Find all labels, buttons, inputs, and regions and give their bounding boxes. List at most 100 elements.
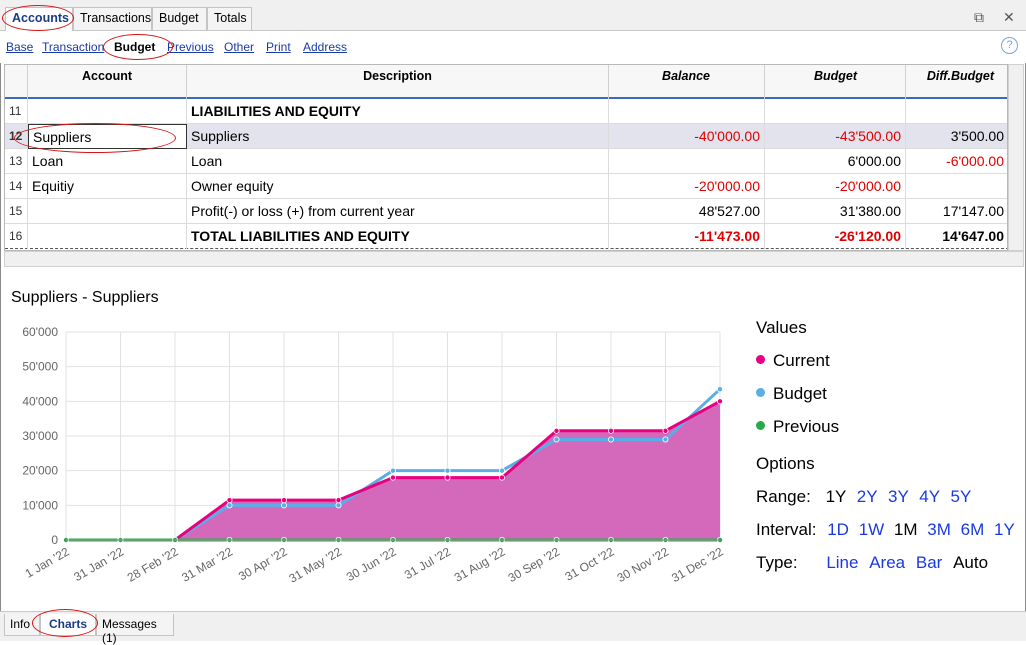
restore-icon[interactable]: ⧉	[974, 9, 984, 26]
cell-balance[interactable]	[609, 99, 765, 124]
cell-budget[interactable]: -43'500.00	[765, 124, 906, 149]
bottom-tab-bar: Info Charts Messages (1)	[0, 611, 1026, 645]
range-option-2y[interactable]: 2Y	[857, 487, 878, 506]
type-option-area[interactable]: Area	[869, 553, 905, 572]
cell-balance[interactable]: -11'473.00	[609, 224, 765, 249]
highlight-ellipse-suppliers	[14, 123, 176, 153]
view-other[interactable]: Other	[224, 40, 254, 54]
tab-budget[interactable]: Budget	[152, 7, 207, 30]
point-budget	[444, 467, 451, 474]
cell-budget[interactable]	[765, 99, 906, 124]
interval-option-3m[interactable]: 3M	[927, 520, 951, 539]
cell-description[interactable]: Profit(-) or loss (+) from current year	[187, 199, 609, 224]
header-diff-budget[interactable]: Diff.Budget	[906, 65, 1007, 99]
interval-option-1m[interactable]: 1M	[894, 520, 918, 539]
legend-label: Budget	[773, 384, 827, 403]
cell-balance[interactable]: 48'527.00	[609, 199, 765, 224]
x-tick-label: 31 Dec '22	[669, 544, 726, 585]
tab-transactions[interactable]: Transactions	[73, 7, 152, 30]
cell-balance[interactable]	[609, 149, 765, 174]
current-dot-icon	[756, 355, 765, 365]
type-row: Type: Line Area Bar Auto	[756, 553, 988, 573]
range-label: Range:	[756, 487, 811, 506]
highlight-ellipse-budget-view	[103, 34, 173, 60]
cell-budget[interactable]: -26'120.00	[765, 224, 906, 249]
cell-account[interactable]	[28, 224, 187, 249]
table-row[interactable]: 14 Equitiy Owner equity -20'000.00 -20'0…	[5, 174, 1007, 199]
cell-balance[interactable]: -40'000.00	[609, 124, 765, 149]
cell-account[interactable]	[28, 199, 187, 224]
point-current	[717, 398, 724, 405]
cell-account[interactable]	[28, 99, 187, 124]
view-previous[interactable]: Previous	[167, 40, 214, 54]
cell-budget[interactable]: 31'380.00	[765, 199, 906, 224]
close-icon[interactable]: ✕	[1003, 9, 1015, 26]
cell-diff-budget[interactable]: 17'147.00	[906, 199, 1007, 224]
cell-description[interactable]: Suppliers	[187, 124, 609, 149]
help-icon[interactable]: ?	[1001, 37, 1018, 54]
table-row-total[interactable]: 16 TOTAL LIABILITIES AND EQUITY -11'473.…	[5, 224, 1007, 249]
header-account[interactable]: Account	[28, 65, 187, 99]
range-option-1y[interactable]: 1Y	[826, 487, 847, 506]
x-tick-label: 30 Apr '22	[236, 544, 290, 583]
x-tick-label: 31 Mar '22	[179, 544, 235, 584]
row-number: 15	[5, 199, 28, 224]
cell-diff-budget[interactable]	[906, 174, 1007, 199]
table-row[interactable]: 13 Loan Loan 6'000.00 -6'000.00	[5, 149, 1007, 174]
table-horizontal-scrollbar[interactable]	[4, 251, 1024, 267]
header-budget[interactable]: Budget	[765, 65, 906, 99]
cell-description[interactable]: TOTAL LIABILITIES AND EQUITY	[187, 224, 609, 249]
x-tick-label: 31 May '22	[286, 544, 344, 585]
cell-diff-budget[interactable]: -6'000.00	[906, 149, 1007, 174]
cell-balance[interactable]: -20'000.00	[609, 174, 765, 199]
x-tick-label: 1 Jan '22	[23, 544, 72, 580]
cell-diff-budget[interactable]: 3'500.00	[906, 124, 1007, 149]
type-option-bar[interactable]: Bar	[916, 553, 942, 572]
tab-totals[interactable]: Totals	[207, 7, 252, 30]
y-tick-label: 50'000	[22, 360, 58, 374]
tab-messages[interactable]: Messages (1)	[96, 614, 174, 645]
x-tick-label: 31 Oct '22	[562, 544, 616, 583]
range-option-3y[interactable]: 3Y	[888, 487, 909, 506]
table-vertical-scrollbar[interactable]	[1008, 64, 1024, 251]
interval-option-1d[interactable]: 1D	[827, 520, 849, 539]
legend-item-previous[interactable]: Previous	[756, 417, 839, 437]
cell-account[interactable]: Equitiy	[28, 174, 187, 199]
cell-budget[interactable]: 6'000.00	[765, 149, 906, 174]
type-option-auto[interactable]: Auto	[953, 553, 988, 572]
type-option-line[interactable]: Line	[826, 553, 858, 572]
legend-item-budget[interactable]: Budget	[756, 384, 827, 404]
view-base[interactable]: Base	[6, 40, 33, 54]
interval-option-1y[interactable]: 1Y	[994, 520, 1015, 539]
cell-budget[interactable]: -20'000.00	[765, 174, 906, 199]
cell-diff-budget[interactable]	[906, 99, 1007, 124]
point-current	[444, 474, 451, 481]
interval-option-1w[interactable]: 1W	[859, 520, 885, 539]
header-description[interactable]: Description	[187, 65, 609, 99]
legend-item-current[interactable]: Current	[756, 351, 830, 371]
interval-option-6m[interactable]: 6M	[961, 520, 985, 539]
legend-label: Current	[773, 351, 830, 370]
interval-label: Interval:	[756, 520, 817, 539]
range-option-4y[interactable]: 4Y	[919, 487, 940, 506]
table-row[interactable]: 11 LIABILITIES AND EQUITY	[5, 99, 1007, 124]
table-row[interactable]: 15 Profit(-) or loss (+) from current ye…	[5, 199, 1007, 224]
view-print[interactable]: Print	[266, 40, 291, 54]
cell-description[interactable]: LIABILITIES AND EQUITY	[187, 99, 609, 124]
cell-description[interactable]: Owner equity	[187, 174, 609, 199]
x-tick-label: 30 Nov '22	[615, 544, 672, 585]
header-balance[interactable]: Balance	[609, 65, 765, 99]
point-budget	[717, 386, 724, 393]
highlight-ellipse-charts	[32, 609, 98, 637]
legend-values-label: Values	[756, 318, 807, 337]
cell-diff-budget[interactable]: 14'647.00	[906, 224, 1007, 249]
cell-description[interactable]: Loan	[187, 149, 609, 174]
view-transaction[interactable]: Transaction	[42, 40, 104, 54]
range-option-5y[interactable]: 5Y	[951, 487, 972, 506]
chart-title: Suppliers - Suppliers	[11, 289, 159, 306]
point-budget	[553, 436, 560, 443]
point-budget	[498, 467, 505, 474]
view-address[interactable]: Address	[303, 40, 347, 54]
x-tick-label: 28 Feb '22	[125, 544, 181, 584]
y-tick-label: 60'000	[22, 325, 58, 339]
